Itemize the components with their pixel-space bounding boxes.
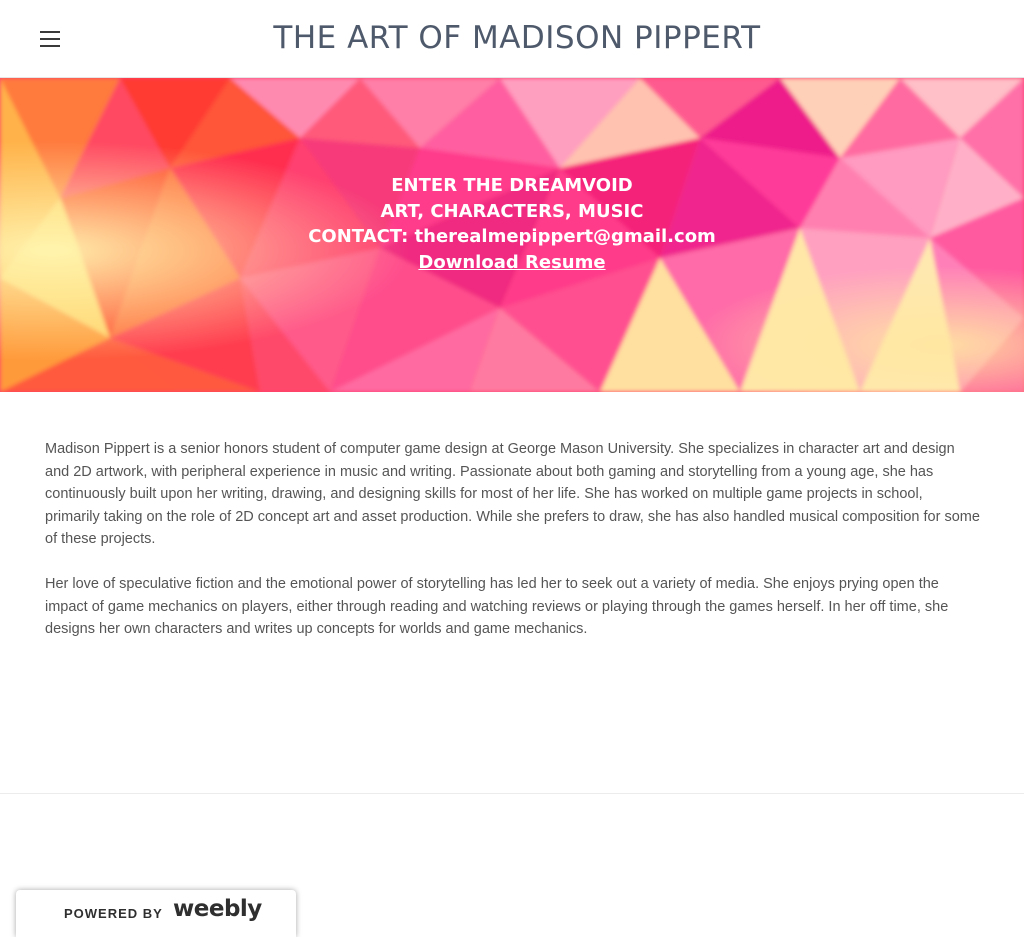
banner-subheading: ART, CHARACTERS, MUSIC [380,200,644,222]
banner-heading: ENTER THE DREAMVOID [391,175,633,196]
contact-email[interactable]: therealmepippert@gmail.com [415,226,716,247]
footer-divider [0,793,1024,794]
contact-label: CONTACT: [308,226,415,247]
download-resume-link[interactable]: Download Resume [418,252,605,273]
bio-paragraph: Her love of speculative fiction and the … [45,576,949,637]
powered-by-weebly-badge[interactable]: POWERED BY weebly [16,890,296,937]
powered-by-label: POWERED BY [64,906,163,921]
banner-text-block: ENTER THE DREAMVOID ART, CHARACTERS, MUS… [0,173,1024,275]
bio-content: Madison Pippert is a senior honors stude… [45,438,980,663]
site-title[interactable]: THE ART OF MADISON PIPPERT [0,20,1024,56]
weebly-logo: weebly [173,896,262,922]
site-header: THE ART OF MADISON PIPPERT [0,0,1024,78]
bio-paragraph: Madison Pippert is a senior honors stude… [45,441,980,547]
banner-contact: CONTACT: therealmepippert@gmail.com [0,224,1024,250]
hero-banner: ENTER THE DREAMVOID ART, CHARACTERS, MUS… [0,78,1024,392]
